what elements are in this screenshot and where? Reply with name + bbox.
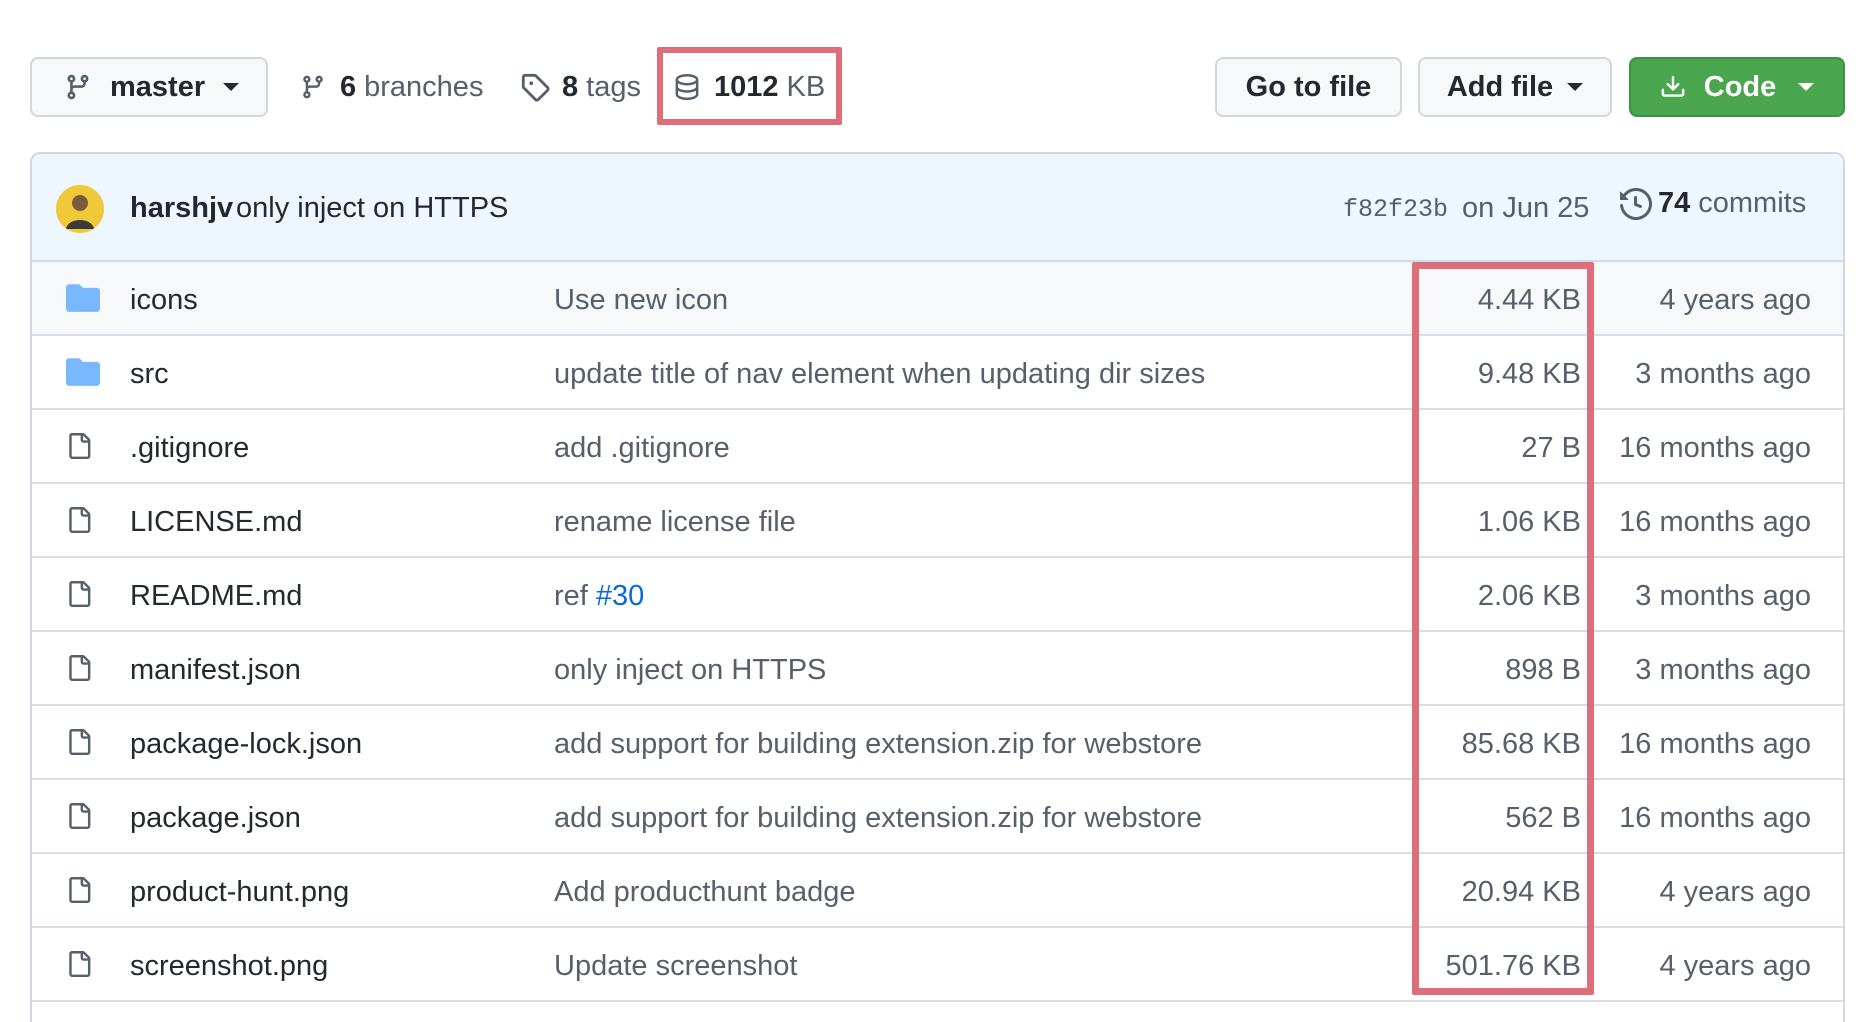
last-modified-time: 3 months ago [1635,358,1811,390]
commit-date: on Jun 25 [1462,192,1590,224]
last-modified-time: 3 months ago [1635,580,1811,612]
file-name-link[interactable]: icons [130,284,198,317]
file-name-link[interactable]: package.json [130,802,301,835]
issue-link[interactable]: #30 [596,580,644,612]
commit-message-text: add support for building extension.zip f… [554,728,1203,760]
file-name-link[interactable]: src [130,358,169,391]
file-name-link[interactable]: .gitignore [130,432,249,465]
tags-link[interactable]: 8 tags [520,57,641,117]
tags-word: tags [586,70,641,103]
last-modified-time: 16 months ago [1619,506,1811,538]
file-name-link[interactable]: package-lock.json [130,728,362,761]
folder-icon [66,282,100,312]
branch-selector-button[interactable]: master [30,57,268,117]
chevron-down-icon [1567,83,1584,91]
repo-toolbar: master 6 branches 8 tags 1012 KB Go to f… [0,0,1858,150]
file-icon [66,948,92,980]
last-modified-time: 16 months ago [1619,728,1811,760]
last-modified-time: 4 years ago [1659,876,1811,908]
code-button[interactable]: Code [1629,57,1845,117]
commit-message-link[interactable]: add support for building extension.zip f… [554,802,1202,835]
git-branch-icon [300,73,326,101]
commits-count: 74 [1658,187,1691,219]
file-icon [66,652,92,684]
last-modified-time: 16 months ago [1619,802,1811,834]
commit-author[interactable]: harshjv [130,192,233,225]
git-branch-icon [64,72,92,102]
commit-message-text: ref [554,580,596,612]
commit-message-text: add .gitignore [554,432,730,464]
commit-message-text: update title of nav element when updatin… [554,358,1206,390]
commits-history-link[interactable]: 74 commits [1620,187,1806,220]
file-name-link[interactable]: manifest.json [130,654,301,687]
history-icon [1620,187,1652,220]
file-icon [66,800,92,832]
branches-link[interactable]: 6 branches [300,57,483,117]
commit-message-link[interactable]: only inject on HTTPS [554,654,826,687]
file-name-link[interactable]: LICENSE.md [130,506,302,539]
branches-count: 6 [340,70,357,103]
last-modified-time: 4 years ago [1659,950,1811,982]
branch-name: master [110,70,206,103]
commit-message-text: Add producthunt badge [554,876,856,908]
commit-message[interactable]: only inject on HTTPS [236,192,508,225]
last-modified-time: 3 months ago [1635,654,1811,686]
commit-message-link[interactable]: add .gitignore [554,432,730,465]
commit-message-link[interactable]: update title of nav element when updatin… [554,358,1205,391]
commit-message-text: Update screenshot [554,950,798,982]
size-column-highlight-box [1412,262,1594,995]
avatar[interactable] [56,185,104,233]
commit-message-text: only inject on HTTPS [554,654,827,686]
file-name-link[interactable]: README.md [130,580,302,613]
file-icon [66,726,92,758]
latest-commit-bar: harshjv only inject on HTTPS f82f23b on … [32,154,1843,262]
download-icon [1660,73,1686,101]
add-file-button[interactable]: Add file [1418,57,1612,117]
commit-message-text: Use new icon [554,284,729,316]
file-name-link[interactable]: screenshot.png [130,950,328,983]
code-label: Code [1703,70,1777,103]
branches-word: branches [364,70,484,103]
tags-count: 8 [562,70,579,103]
file-icon [66,578,92,610]
tag-icon [520,72,550,102]
add-file-label: Add file [1446,70,1554,103]
commit-message-link[interactable]: Use new icon [554,284,728,317]
file-icon [66,504,92,536]
file-icon [66,874,92,906]
commit-sha[interactable]: f82f23b [1343,195,1448,224]
commit-message-link[interactable]: rename license file [554,506,796,539]
last-modified-time: 4 years ago [1659,284,1811,316]
commits-word: commits [1698,187,1807,219]
commit-message-link[interactable]: ref #30 [554,580,644,613]
commit-message-link[interactable]: add support for building extension.zip f… [554,728,1202,761]
commit-message-text: rename license file [554,506,796,538]
go-to-file-button[interactable]: Go to file [1215,57,1402,117]
repo-size-highlight-box [657,47,842,125]
commit-message-link[interactable]: Add producthunt badge [554,876,856,909]
commit-message-link[interactable]: Update screenshot [554,950,797,983]
file-name-link[interactable]: product-hunt.png [130,876,349,909]
commit-message-text: add support for building extension.zip f… [554,802,1203,834]
chevron-down-icon [223,83,240,91]
last-modified-time: 16 months ago [1619,432,1811,464]
chevron-down-icon [1798,83,1815,91]
folder-icon [66,356,100,386]
file-icon [66,430,92,462]
